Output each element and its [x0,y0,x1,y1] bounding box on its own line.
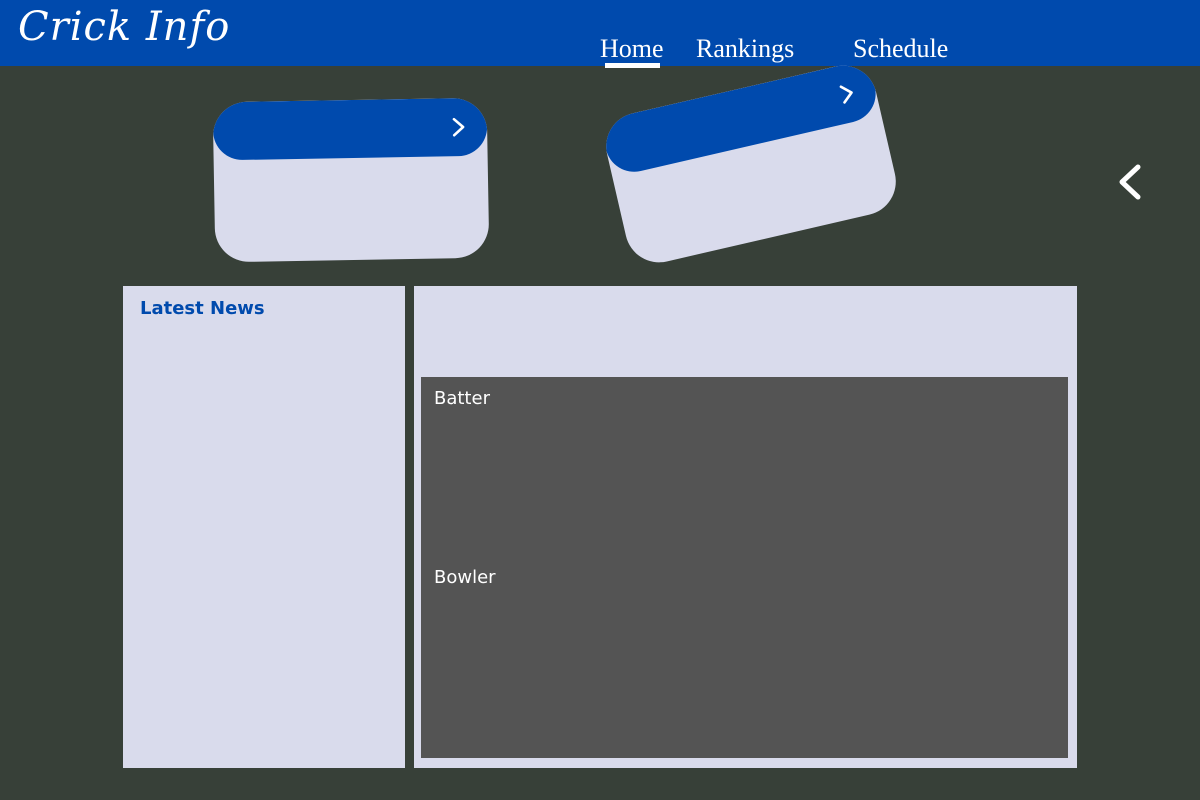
player-stats-box: Batter Bowler [421,377,1068,758]
match-card-header [599,58,882,178]
chevron-right-icon[interactable] [447,116,469,138]
nav-active-indicator [605,63,660,68]
site-logo[interactable]: Crick Info [18,4,230,50]
nav-rankings[interactable]: Rankings [696,34,794,64]
batter-label: Batter [434,388,490,409]
latest-news-title: Latest News [140,298,265,319]
chevron-left-icon[interactable] [1116,162,1146,202]
top-header: Crick Info Home Rankings Schedule [0,0,1200,68]
bowler-label: Bowler [434,567,496,588]
latest-news-panel: Latest News [123,286,405,768]
nav-schedule[interactable]: Schedule [853,34,948,64]
nav-home[interactable]: Home [600,34,664,64]
main-content-panel: Batter Bowler [414,286,1077,768]
match-card-1[interactable] [212,97,490,263]
match-card-2[interactable] [599,58,903,270]
